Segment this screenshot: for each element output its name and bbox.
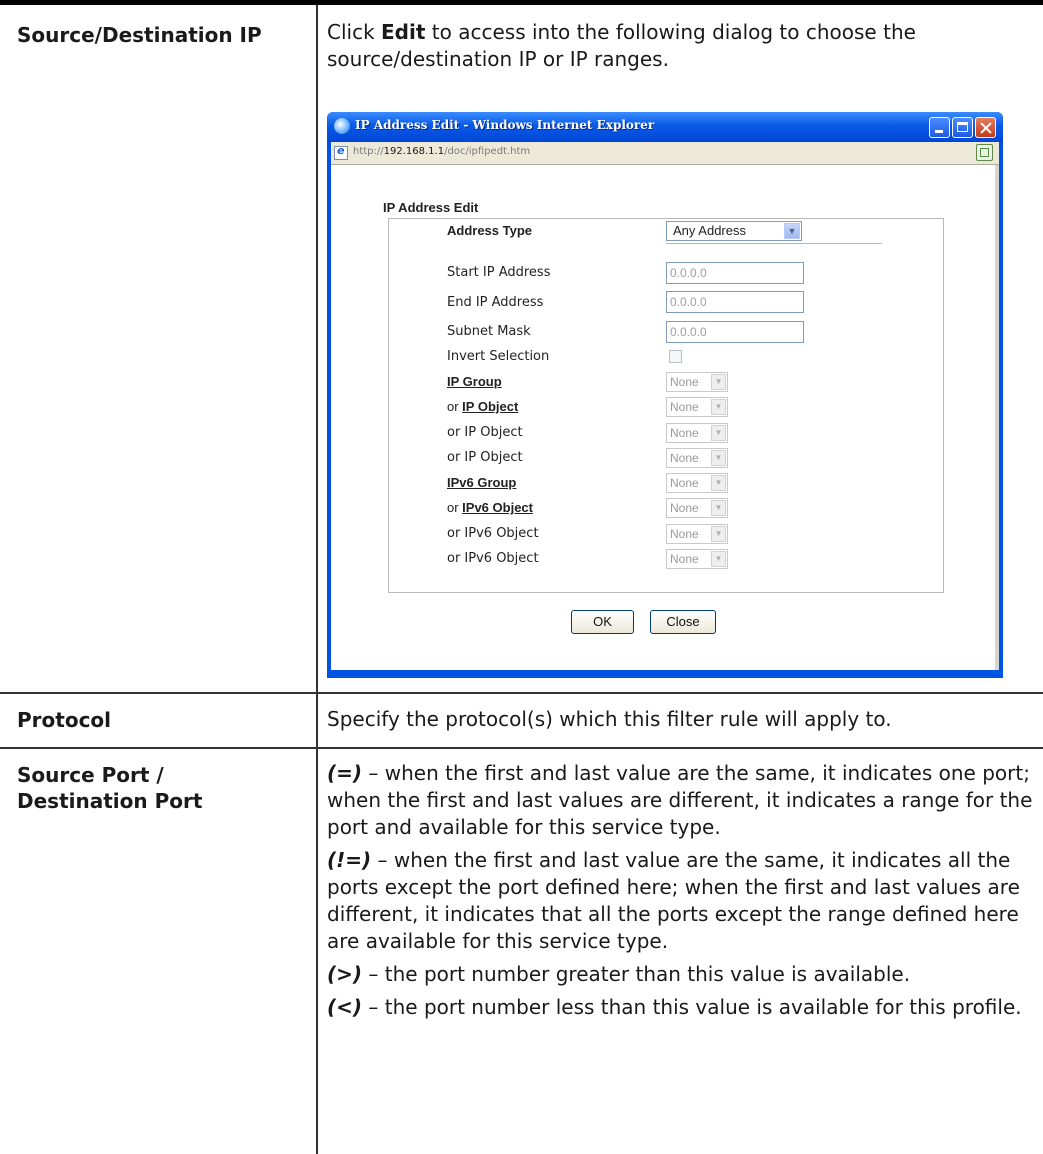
ipv6-object-2-select[interactable]: None ▼ bbox=[666, 524, 728, 544]
edit-keyword: Edit bbox=[381, 20, 426, 44]
dialog-body: IP Address Edit Address Type Any Address… bbox=[331, 165, 995, 670]
not-equal-operator: (!=) bbox=[327, 848, 372, 872]
ok-button[interactable]: OK bbox=[571, 610, 634, 634]
page-icon bbox=[334, 144, 348, 160]
ip-object-2-select[interactable]: None ▼ bbox=[666, 423, 728, 443]
ip-group-link[interactable]: IP Group bbox=[447, 374, 502, 389]
chevron-down-icon: ▼ bbox=[711, 551, 726, 567]
subnet-mask-input[interactable]: 0.0.0.0 bbox=[666, 321, 804, 343]
ip-object-3-label: or IP Object bbox=[447, 450, 523, 465]
chevron-down-icon: ▼ bbox=[711, 450, 726, 466]
equal-operator: (=) bbox=[327, 761, 363, 785]
dialog-heading: IP Address Edit bbox=[383, 200, 479, 215]
ipv6-object-2-label: or IPv6 Object bbox=[447, 526, 539, 541]
window-frame-edge bbox=[995, 165, 999, 670]
ipv6-object-1-label: or IPv6 Object bbox=[447, 500, 533, 515]
minimize-icon[interactable] bbox=[929, 117, 950, 138]
row-label-source-destination-ip: Source/Destination IP bbox=[17, 23, 262, 47]
compatibility-view-icon[interactable] bbox=[976, 144, 993, 161]
end-ip-label: End IP Address bbox=[447, 295, 544, 310]
chevron-down-icon: ▼ bbox=[711, 399, 726, 415]
ipv6-group-link[interactable]: IPv6 Group bbox=[447, 475, 516, 490]
ip-object-3-select[interactable]: None ▼ bbox=[666, 448, 728, 468]
greater-than-operator: (>) bbox=[327, 962, 363, 986]
address-type-label: Address Type bbox=[447, 223, 533, 238]
ipv6-object-1-select[interactable]: None ▼ bbox=[666, 498, 728, 518]
close-button[interactable]: Close bbox=[650, 610, 716, 634]
ipv6-object-3-select[interactable]: None ▼ bbox=[666, 549, 728, 569]
ie-logo-icon bbox=[334, 118, 350, 134]
chevron-down-icon: ▼ bbox=[711, 475, 726, 491]
ip-group-select[interactable]: None ▼ bbox=[666, 372, 728, 392]
row-label-source-destination-port: Source Port / Destination Port bbox=[17, 763, 203, 813]
address-bar[interactable]: http://192.168.1.1/doc/ipfipedt.htm bbox=[331, 142, 999, 165]
start-ip-input[interactable]: 0.0.0.0 bbox=[666, 262, 804, 284]
chevron-down-icon: ▼ bbox=[784, 223, 800, 239]
ipv6-group-label: IPv6 Group bbox=[447, 475, 516, 491]
row-label-protocol: Protocol bbox=[17, 708, 112, 732]
row-desc-source-destination-ip: Click Edit to access into the following … bbox=[327, 20, 916, 71]
address-type-select[interactable]: Any Address ▼ bbox=[666, 221, 802, 241]
end-ip-input[interactable]: 0.0.0.0 bbox=[666, 291, 804, 313]
ip-address-edit-window: IP Address Edit - Windows Internet Explo… bbox=[327, 112, 1003, 678]
close-icon[interactable] bbox=[975, 117, 996, 138]
ipv6-object-link[interactable]: IPv6 Object bbox=[462, 500, 533, 515]
row-divider bbox=[0, 692, 1043, 694]
window-title-bar: IP Address Edit - Windows Internet Explo… bbox=[327, 112, 1003, 142]
less-than-operator: (<) bbox=[327, 995, 363, 1019]
ipv6-group-select[interactable]: None ▼ bbox=[666, 473, 728, 493]
subnet-mask-label: Subnet Mask bbox=[447, 324, 531, 339]
invert-selection-label: Invert Selection bbox=[447, 349, 550, 364]
table-top-border bbox=[0, 0, 1043, 5]
ip-group-label: IP Group bbox=[447, 374, 502, 390]
chevron-down-icon: ▼ bbox=[711, 500, 726, 516]
ip-object-link[interactable]: IP Object bbox=[462, 399, 518, 414]
address-url[interactable]: http://192.168.1.1/doc/ipfipedt.htm bbox=[353, 146, 530, 157]
maximize-icon[interactable] bbox=[952, 117, 973, 138]
row-divider bbox=[0, 747, 1043, 749]
window-title: IP Address Edit - Windows Internet Explo… bbox=[355, 118, 655, 132]
ip-object-2-label: or IP Object bbox=[447, 425, 523, 440]
chevron-down-icon: ▼ bbox=[711, 374, 726, 390]
start-ip-label: Start IP Address bbox=[447, 265, 551, 280]
ip-object-1-label: or IP Object bbox=[447, 399, 519, 414]
ip-object-1-select[interactable]: None ▼ bbox=[666, 397, 728, 417]
chevron-down-icon: ▼ bbox=[711, 425, 726, 441]
section-divider bbox=[666, 243, 882, 244]
row-desc-protocol: Specify the protocol(s) which this filte… bbox=[327, 707, 892, 731]
column-divider bbox=[316, 5, 318, 1154]
ipv6-object-3-label: or IPv6 Object bbox=[447, 551, 539, 566]
row-desc-source-destination-port: (=) – when the first and last value are … bbox=[327, 761, 1033, 1019]
invert-selection-checkbox[interactable] bbox=[669, 350, 682, 363]
chevron-down-icon: ▼ bbox=[711, 526, 726, 542]
